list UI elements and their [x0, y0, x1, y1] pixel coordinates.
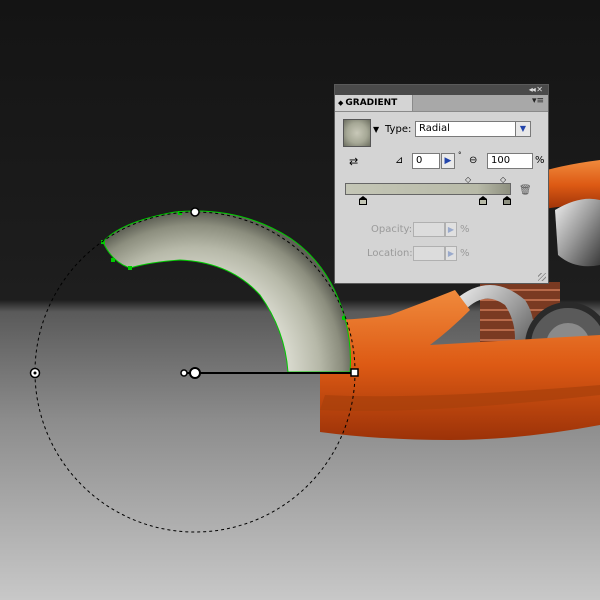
type-select-value: Radial [419, 123, 450, 134]
gradient-stop[interactable] [359, 196, 368, 206]
gradient-swatch[interactable] [343, 119, 371, 147]
location-input[interactable] [413, 246, 445, 261]
aspect-ratio-input[interactable]: 100 [487, 153, 533, 169]
chevron-down-icon[interactable]: ▼ [515, 122, 530, 136]
location-label: Location: [367, 248, 413, 259]
angle-input[interactable]: 0 [412, 153, 440, 169]
reverse-gradient-icon[interactable]: ⇄ [349, 155, 358, 168]
opacity-dropdown-button[interactable]: ▶ [445, 222, 457, 237]
gradient-origin-handle[interactable] [189, 367, 201, 379]
tab-options-icon[interactable]: ◆ [338, 99, 343, 107]
angle-icon: ⊿ [395, 155, 404, 166]
tab-gradient-label: GRADIENT [345, 98, 398, 108]
gradient-panel: ◂◂ ✕ ◆ GRADIENT ▾≡ ▼ Type: Radial ▼ ⇄ ⊿ 0… [334, 84, 549, 284]
collapse-icon[interactable]: ◂◂ ✕ [529, 85, 543, 95]
tab-gradient[interactable]: ◆ GRADIENT [335, 95, 413, 111]
gradient-top-handle[interactable] [190, 207, 200, 217]
resize-grip[interactable] [538, 273, 546, 281]
gradient-stop[interactable] [503, 196, 512, 206]
gradient-stop[interactable] [479, 196, 488, 206]
opacity-unit: % [460, 224, 470, 235]
gradient-end-handle[interactable] [350, 368, 359, 377]
opacity-label: Opacity: [371, 224, 413, 235]
angle-value: 0 [416, 155, 423, 166]
panel-titlebar[interactable]: ◂◂ ✕ [335, 85, 548, 95]
panel-tabrow: ◆ GRADIENT ▾≡ [335, 95, 548, 112]
swatch-dropdown-icon[interactable]: ▼ [373, 125, 379, 134]
gradient-ramp[interactable] [345, 183, 511, 195]
aspect-ratio-icon: ⊖ [469, 155, 478, 166]
type-select[interactable]: Radial ▼ [415, 121, 531, 137]
aspect-value: 100 [491, 155, 511, 166]
opacity-input[interactable] [413, 222, 445, 237]
location-unit: % [460, 248, 470, 259]
aspect-unit: % [535, 155, 545, 166]
type-label: Type: [385, 124, 412, 135]
chrome-engine [555, 198, 600, 267]
degree-symbol: ° [458, 151, 462, 159]
angle-dropdown-button[interactable]: ▶ [441, 153, 455, 169]
location-dropdown-button[interactable]: ▶ [445, 246, 457, 261]
trash-icon[interactable]: 🗑 [519, 185, 532, 196]
panel-menu-icon[interactable]: ▾≡ [532, 96, 544, 106]
